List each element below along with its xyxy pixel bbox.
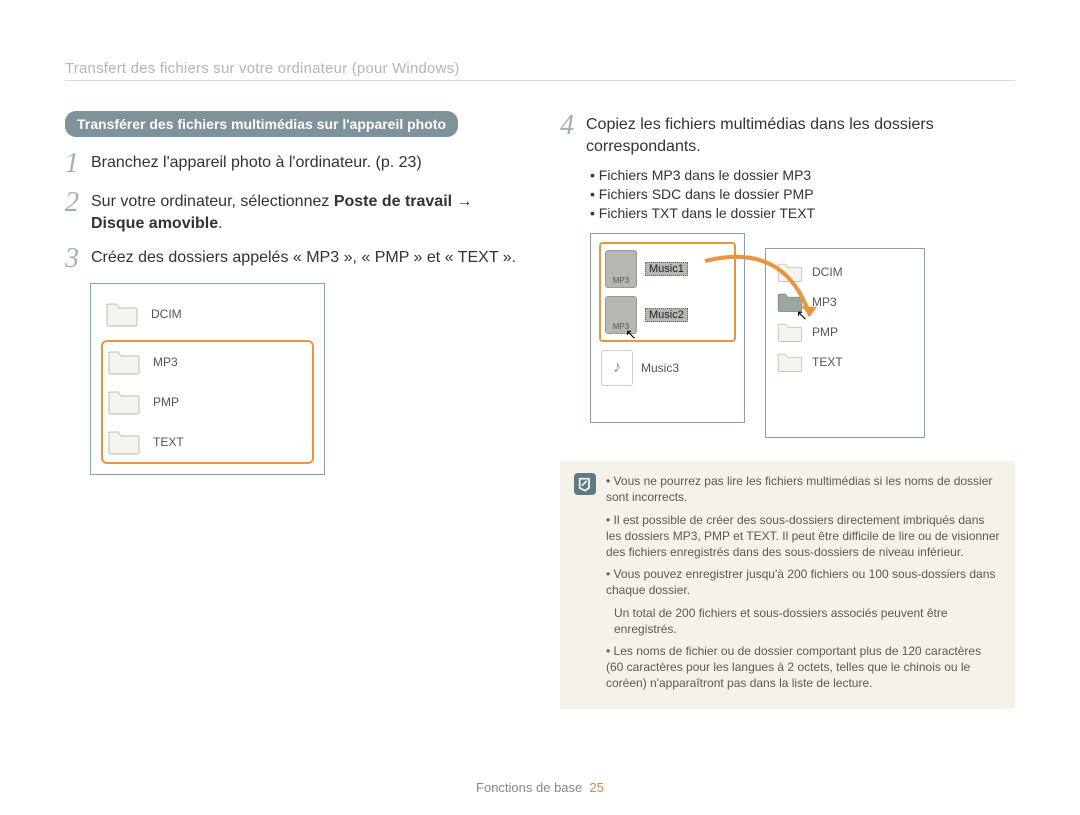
step-number: 3	[65, 244, 91, 273]
file-music1: MP3 Music1	[603, 246, 732, 292]
folder-icon	[107, 348, 141, 376]
two-column-layout: Transférer des fichiers multimédias sur …	[65, 111, 1015, 709]
folder-row-dcim: DCIM	[101, 294, 314, 334]
folder-icon	[105, 300, 139, 328]
file-label: Music3	[641, 361, 679, 375]
page-number: 25	[590, 780, 604, 795]
file-music3: ♪ Music3	[599, 346, 736, 390]
breadcrumb: Transfert des fichiers sur votre ordinat…	[65, 60, 1015, 81]
folder-icon	[776, 261, 804, 283]
step-number: 2	[65, 188, 91, 217]
step-number: 4	[560, 111, 586, 140]
step-3: 3 Créez des dossiers appelés « MP3 », « …	[65, 244, 520, 273]
note-item: Vous pouvez enregistrer jusqu'à 200 fich…	[606, 566, 1001, 598]
step-text: Copiez les fichiers multimédias dans les…	[586, 111, 1015, 157]
step-1: 1 Branchez l'appareil photo à l'ordinate…	[65, 149, 520, 178]
step-text: Branchez l'appareil photo à l'ordinateur…	[91, 149, 422, 174]
destination-panel: DCIM MP3 PMP TEXT ↖	[765, 248, 925, 438]
copy-files-figure: MP3 Music1 MP3 Music2 ♪ Music3 ↖	[590, 233, 1015, 433]
note-item: Un total de 200 fichiers et sous-dossier…	[606, 605, 1001, 637]
bold-poste-de-travail: Poste de travail	[334, 193, 452, 210]
folder-label: PMP	[153, 395, 179, 409]
bold-disque-amovible: Disque amovible	[91, 215, 218, 232]
dest-text: TEXT	[774, 347, 916, 377]
info-icon	[574, 473, 596, 495]
folder-row-text: TEXT	[103, 422, 312, 462]
left-column: Transférer des fichiers multimédias sur …	[65, 111, 520, 709]
mp3-file-icon: MP3	[605, 250, 637, 288]
text-pre: Sur votre ordinateur, sélectionnez	[91, 193, 334, 210]
note-list: Vous ne pourrez pas lire les fichiers mu…	[606, 473, 1001, 697]
source-panel: MP3 Music1 MP3 Music2 ♪ Music3 ↖	[590, 233, 745, 423]
folder-label: TEXT	[153, 435, 184, 449]
bullet-mp3: Fichiers MP3 dans le dossier MP3	[590, 167, 1015, 183]
step-2: 2 Sur votre ordinateur, sélectionnez Pos…	[65, 188, 520, 234]
folder-label: MP3	[153, 355, 178, 369]
step-text: Sur votre ordinateur, sélectionnez Poste…	[91, 188, 520, 234]
note-item: Les noms de fichier ou de dossier compor…	[606, 643, 1001, 692]
folder-label: MP3	[812, 295, 837, 309]
note-item: Il est possible de créer des sous-dossie…	[606, 512, 1001, 561]
folder-label: DCIM	[812, 265, 843, 279]
bullet-sdc: Fichiers SDC dans le dossier PMP	[590, 186, 1015, 202]
note-item: Vous ne pourrez pas lire les fichiers mu…	[606, 473, 1001, 505]
folder-row-pmp: PMP	[103, 382, 312, 422]
step-4-bullets: Fichiers MP3 dans le dossier MP3 Fichier…	[590, 167, 1015, 221]
folder-icon	[776, 351, 804, 373]
arrow-text: →	[452, 193, 472, 210]
folder-row-mp3: MP3	[103, 342, 312, 382]
selection-box: MP3 Music1 MP3 Music2	[599, 242, 736, 342]
page-footer: Fonctions de base 25	[0, 780, 1080, 795]
dest-dcim: DCIM	[774, 257, 916, 287]
manual-page: Transfert des fichiers sur votre ordinat…	[0, 0, 1080, 815]
note-box: Vous ne pourrez pas lire les fichiers mu…	[560, 461, 1015, 709]
cursor-icon: ↖	[625, 326, 637, 343]
folder-icon	[776, 321, 804, 343]
folder-icon	[107, 428, 141, 456]
footer-section: Fonctions de base	[476, 780, 582, 795]
folder-icon	[107, 388, 141, 416]
folder-label: TEXT	[812, 355, 843, 369]
file-label: Music2	[645, 308, 688, 322]
left-folder-figure: DCIM MP3 PMP TEXT	[90, 283, 325, 475]
section-heading: Transférer des fichiers multimédias sur …	[65, 111, 458, 137]
step-number: 1	[65, 149, 91, 178]
highlighted-folders: MP3 PMP TEXT	[101, 340, 314, 464]
file-label: Music1	[645, 262, 688, 276]
cursor-icon: ↖	[796, 307, 808, 324]
right-column: 4 Copiez les fichiers multimédias dans l…	[560, 111, 1015, 709]
file-music2: MP3 Music2	[603, 292, 732, 338]
folder-label: PMP	[812, 325, 838, 339]
bullet-txt: Fichiers TXT dans le dossier TEXT	[590, 205, 1015, 221]
step-text: Créez des dossiers appelés « MP3 », « PM…	[91, 244, 516, 269]
step-4: 4 Copiez les fichiers multimédias dans l…	[560, 111, 1015, 157]
folder-label: DCIM	[151, 307, 182, 321]
text-post: .	[218, 215, 222, 232]
music-note-icon: ♪	[601, 350, 633, 386]
